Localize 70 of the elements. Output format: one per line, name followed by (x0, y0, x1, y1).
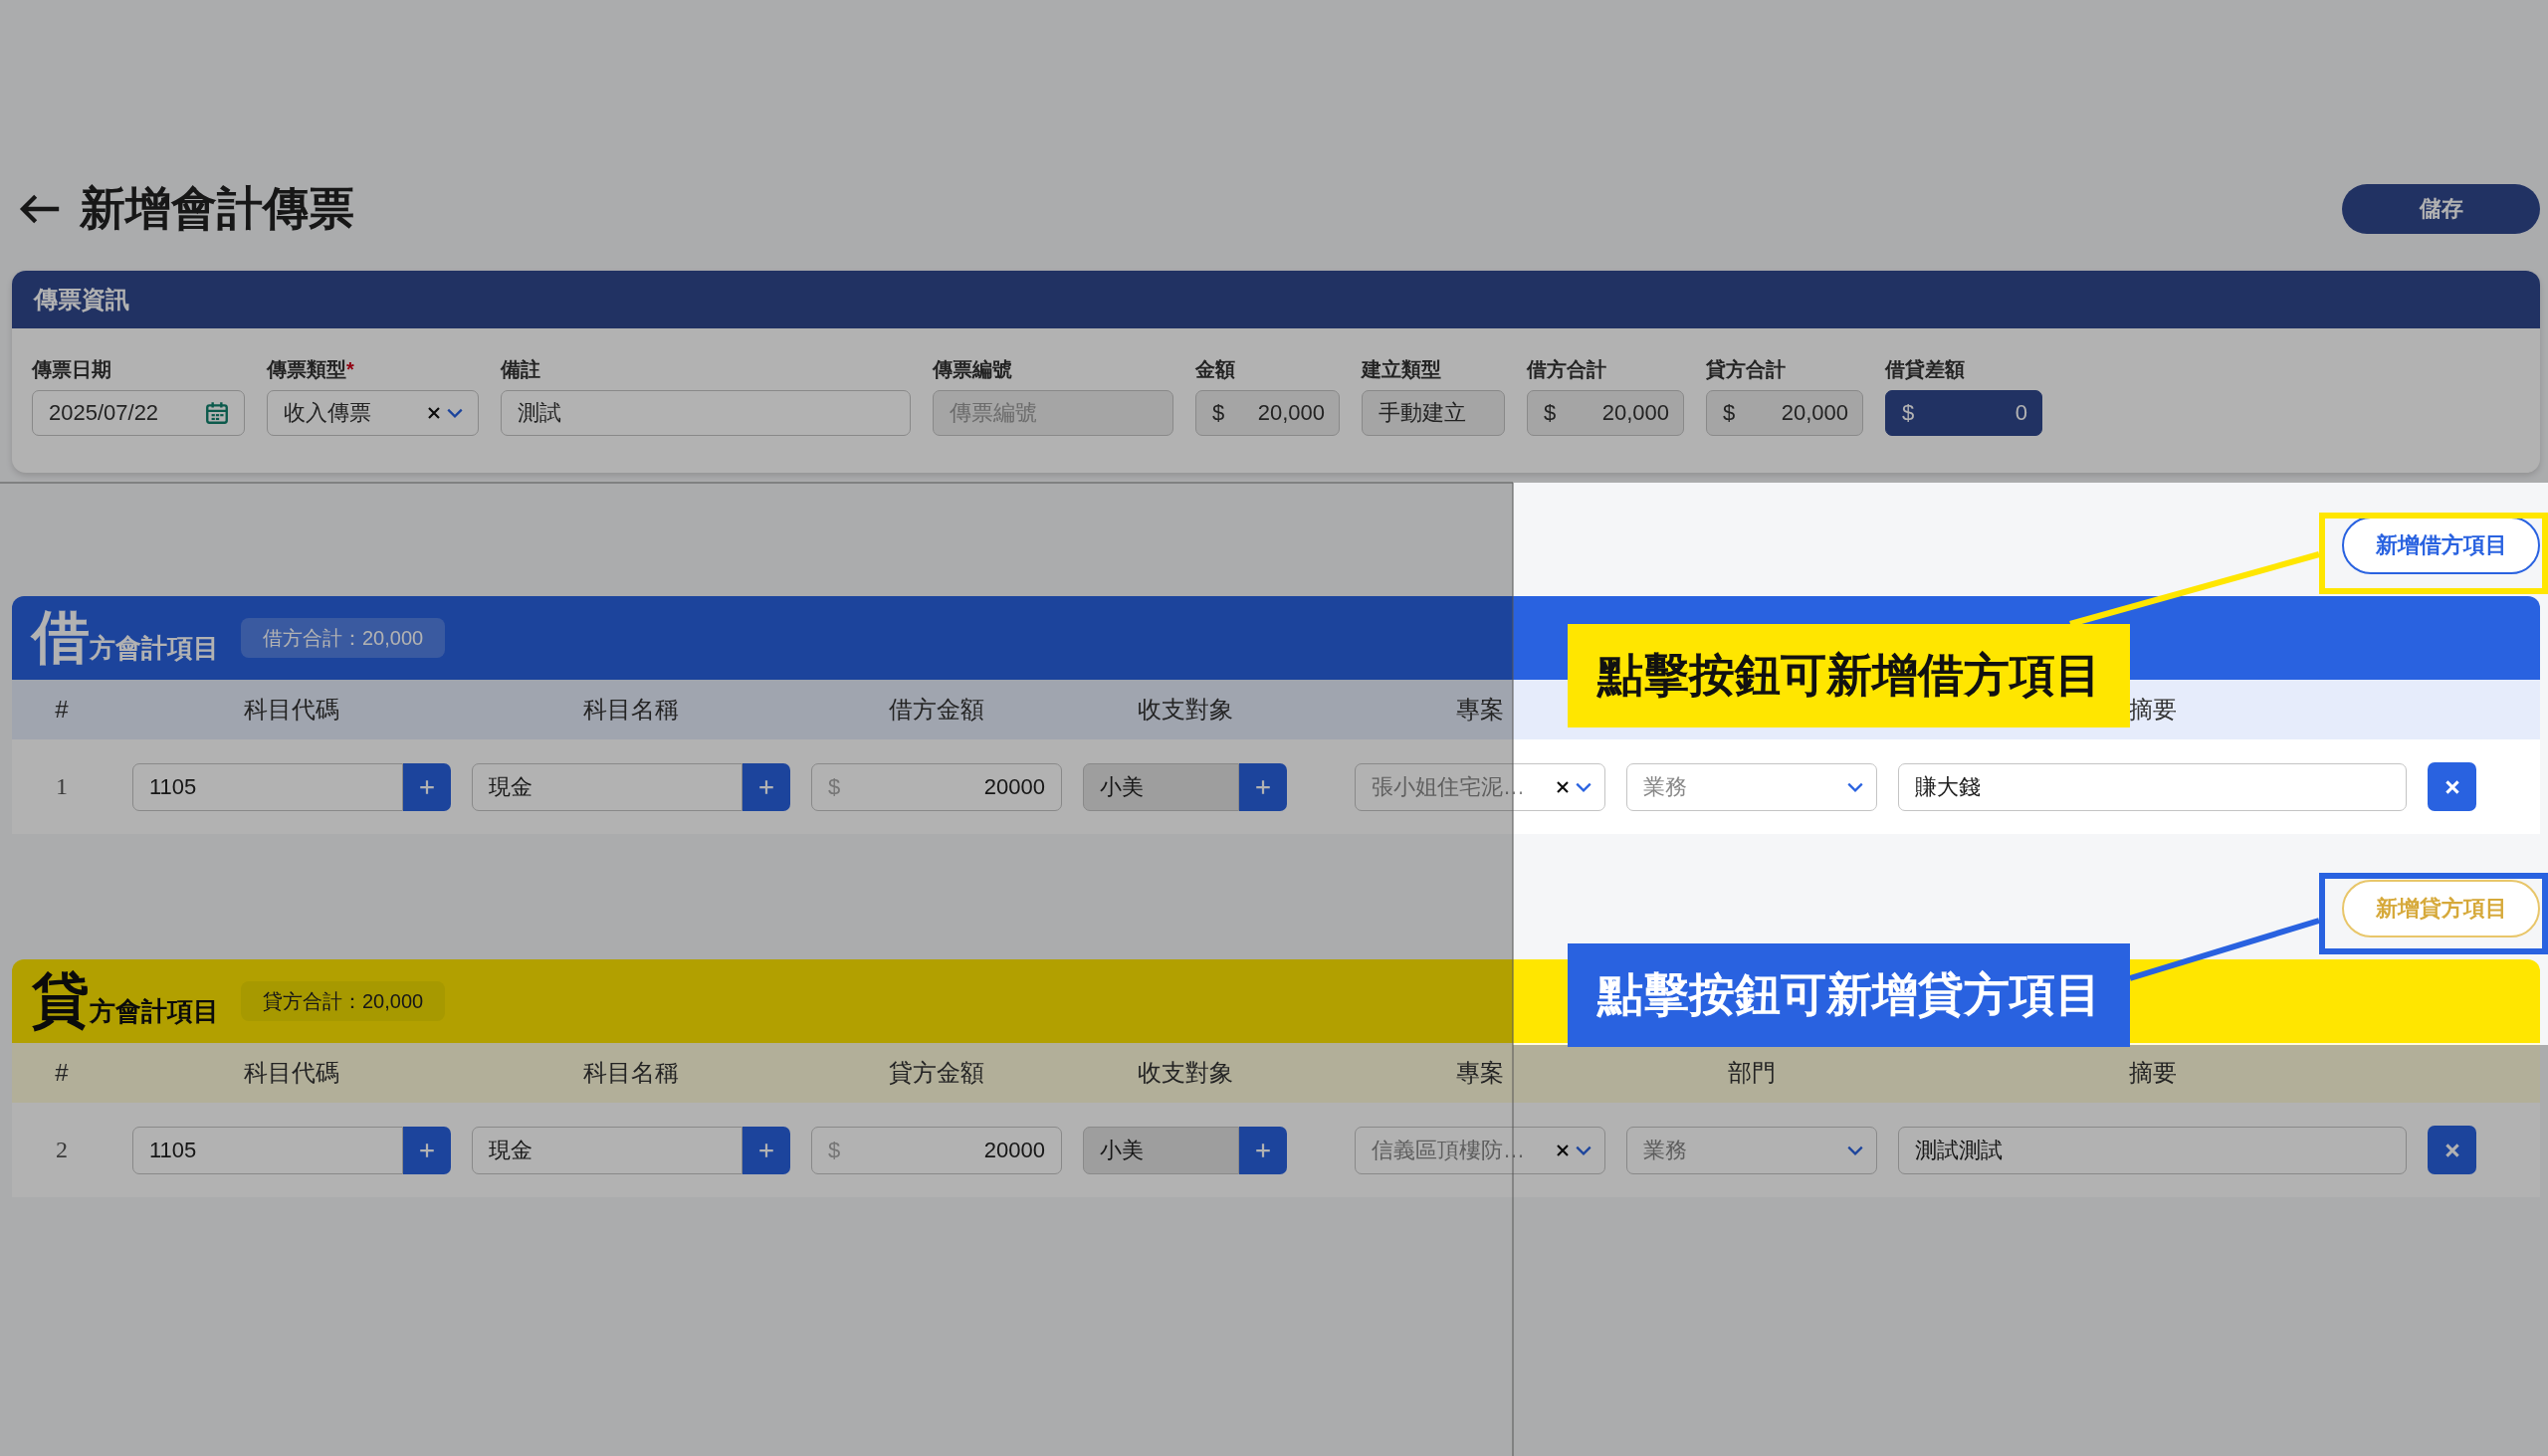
delete-button[interactable] (2428, 1126, 2476, 1174)
input-field[interactable]: 小美 (1083, 1126, 1239, 1174)
column-header: 收支對象 (1137, 1058, 1233, 1088)
plus-button[interactable] (403, 762, 451, 811)
input-field[interactable]: 測試測試 (1898, 1126, 2407, 1174)
field-label: 借貸差額 (1885, 358, 1965, 380)
calendar-icon[interactable] (204, 400, 230, 426)
select-field[interactable]: 業務 (1626, 762, 1877, 811)
field-label: 傳票編號 (933, 358, 1012, 380)
plus-icon (1254, 1141, 1272, 1159)
clear-icon[interactable] (426, 405, 442, 421)
row-number: 2 (55, 1137, 69, 1163)
input-field[interactable]: $ 20000 (811, 762, 1062, 811)
column-header: 收支對象 (1137, 695, 1233, 725)
field-label: 金額 (1195, 358, 1235, 380)
field-label: 備註 (501, 358, 540, 380)
plus-icon (418, 1141, 436, 1159)
delete-button[interactable] (2428, 762, 2476, 811)
input-field[interactable]: $ 0 (1885, 390, 2042, 436)
card-title: 傳票資訊 (34, 285, 129, 314)
column-header: 貸方金額 (889, 1058, 984, 1088)
column-header: 科目代碼 (244, 1058, 339, 1088)
plus-button[interactable] (403, 1126, 451, 1174)
input-field[interactable]: 現金 (472, 762, 743, 811)
plus-icon (1254, 777, 1272, 796)
column-header: 科目名稱 (583, 695, 679, 725)
column-header: 科目名稱 (583, 1058, 679, 1088)
callout-label: 點擊按鈕可新增借方項目 (1568, 624, 2130, 728)
plus-icon (757, 1141, 775, 1159)
field-label: 傳票日期 (32, 358, 111, 380)
page-title: 新增會計傳票 (80, 181, 354, 236)
row-number: 1 (55, 773, 69, 800)
column-header: 科目代碼 (244, 695, 339, 725)
field-label: 傳票類型* (267, 358, 354, 380)
plus-icon (757, 777, 775, 796)
column-header: 借方金額 (889, 695, 984, 725)
column-header: 部門 (1728, 1058, 1776, 1088)
clear-icon[interactable] (1555, 1142, 1571, 1158)
section-title: 貸方會計項目 (32, 966, 219, 1034)
back-arrow-icon[interactable] (18, 193, 62, 225)
total-badge: 借方合計：20,000 (241, 618, 446, 658)
total-badge: 貸方合計：20,000 (241, 981, 446, 1021)
input-field[interactable]: 2025/07/22 (32, 390, 245, 436)
add-item-button[interactable]: 新增借方項目 (2342, 517, 2540, 574)
column-header: 專案 (1455, 1058, 1504, 1088)
field-label: 貸方合計 (1706, 358, 1786, 380)
callout-label: 點擊按鈕可新增貸方項目 (1568, 943, 2130, 1047)
input-field[interactable]: 測試 (501, 390, 911, 436)
input-field[interactable]: 現金 (472, 1126, 743, 1174)
input-field[interactable]: 收入傳票 (267, 390, 479, 436)
field-label: 借方合計 (1527, 358, 1606, 380)
input-field[interactable]: 1105 (132, 1126, 403, 1174)
input-field[interactable]: $ 20000 (811, 1126, 1062, 1174)
plus-button[interactable] (743, 1126, 790, 1174)
save-button[interactable]: 儲存 (2342, 184, 2540, 234)
column-header: 摘要 (2128, 1058, 2177, 1088)
column-header: 摘要 (2128, 695, 2177, 725)
column-header: # (55, 1059, 69, 1087)
column-header: 專案 (1455, 695, 1504, 725)
plus-button[interactable] (1239, 1126, 1287, 1174)
plus-button[interactable] (743, 762, 790, 811)
section-title: 借方會計項目 (32, 603, 219, 671)
input-field[interactable]: 賺大錢 (1898, 762, 2407, 811)
plus-icon (418, 777, 436, 796)
input-field[interactable]: 小美 (1083, 762, 1239, 811)
input-field[interactable]: 1105 (132, 762, 403, 811)
plus-button[interactable] (1239, 762, 1287, 811)
field-label: 建立類型 (1362, 358, 1441, 380)
column-header: # (55, 696, 69, 724)
clear-icon[interactable] (1555, 778, 1571, 795)
